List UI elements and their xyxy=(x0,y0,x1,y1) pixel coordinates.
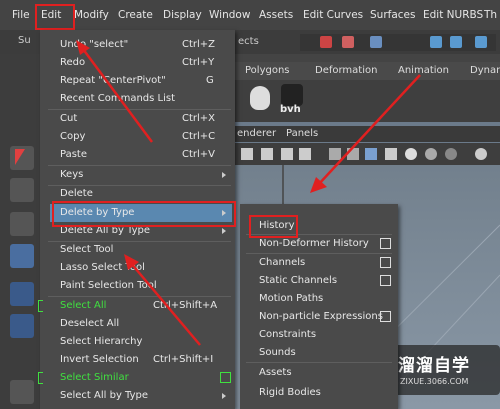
annotation-arrows xyxy=(76,40,421,346)
